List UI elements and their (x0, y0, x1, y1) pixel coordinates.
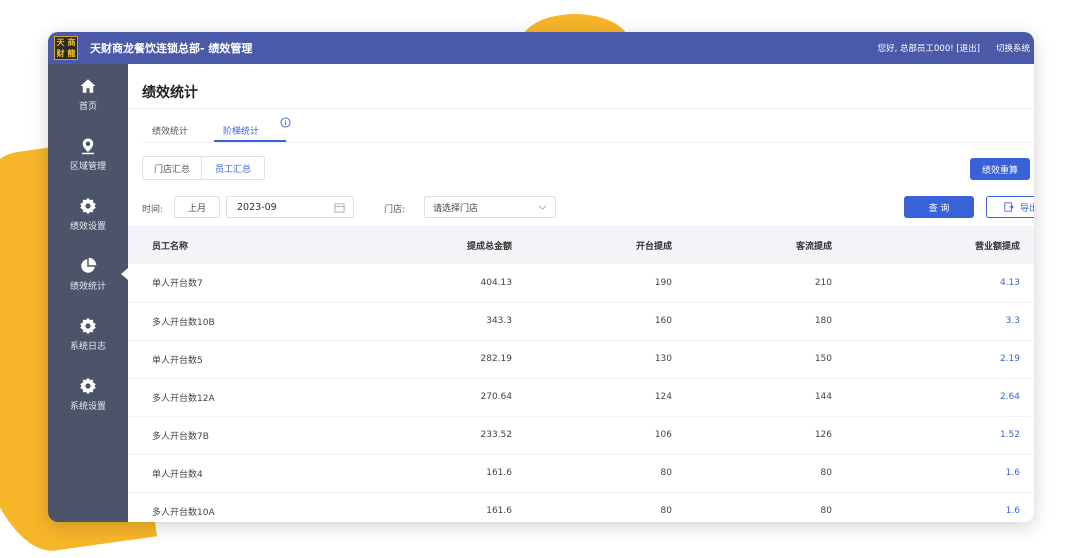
sidebar: 首页 区域管理 绩效设置 绩效统计 系统日志 系统设置 (48, 64, 128, 522)
table-row: 单人开台数7 404.13 190 210 4.13 (128, 264, 1034, 302)
employee-name-cell: 单人开台数5 (152, 355, 203, 366)
traffic-commission-cell: 80 (820, 506, 832, 516)
tabs-divider (142, 142, 1034, 143)
total-commission-cell: 161.6 (486, 506, 512, 516)
sidebar-item-performance-stats[interactable]: 绩效统计 (48, 244, 128, 304)
table-commission-cell: 190 (654, 277, 672, 288)
logout-link[interactable]: [退出] (956, 44, 980, 54)
employee-name-cell: 多人开台数7B (152, 431, 209, 442)
home-icon (80, 78, 96, 93)
gear-icon (80, 317, 96, 334)
user-greeting: 您好, 总部员工000! [退出] (877, 44, 980, 54)
segment-store-summary[interactable]: 门店汇总 (142, 156, 202, 180)
table-row: 多人开台数10A 161.6 80 80 1.6 (128, 492, 1034, 522)
export-button[interactable]: 导出 (986, 196, 1034, 218)
table-commission-cell: 130 (654, 354, 672, 364)
employee-name-cell: 单人开台数7 (152, 279, 203, 290)
traffic-commission-cell: 180 (814, 316, 832, 326)
store-label: 门店: (384, 205, 406, 215)
revenue-commission-link[interactable]: 1.6 (846, 454, 1034, 492)
app-window: 天 商 财 龍 天财商龙餐饮连锁总部- 绩效管理 您好, 总部员工000! [退… (48, 32, 1034, 522)
info-icon[interactable] (280, 117, 291, 128)
table-row: 多人开台数10B 343.3 160 180 3.3 (128, 302, 1034, 340)
time-label: 时间: (142, 205, 164, 215)
traffic-commission-cell: 126 (814, 430, 832, 440)
last-month-button[interactable]: 上月 (174, 196, 220, 218)
store-placeholder: 请选择门店 (433, 203, 479, 214)
total-commission-cell: 233.52 (480, 430, 513, 440)
total-commission-cell: 404.13 (480, 277, 513, 288)
tab-tier-stats[interactable]: 阶梯统计 (223, 124, 259, 137)
revenue-commission-link[interactable]: 2.64 (846, 378, 1034, 416)
table-commission-cell: 106 (654, 430, 672, 440)
traffic-commission-cell: 144 (814, 392, 832, 402)
store-select[interactable]: 请选择门店 (424, 196, 556, 218)
column-header[interactable]: 客流提成 (686, 226, 846, 264)
export-icon (1004, 202, 1014, 212)
gear-icon (80, 197, 96, 214)
app-title: 天财商龙餐饮连锁总部- 绩效管理 (90, 42, 253, 55)
brand-logo: 天 商 财 龍 (54, 36, 78, 60)
sidebar-item-home[interactable]: 首页 (48, 64, 128, 124)
revenue-commission-link[interactable]: 3.3 (846, 302, 1034, 340)
employee-name-cell: 多人开台数10A (152, 507, 215, 518)
column-header[interactable]: 提成总金额 (278, 226, 526, 264)
total-commission-cell: 343.3 (486, 316, 512, 326)
map-pin-icon (82, 138, 94, 154)
switch-system-link[interactable]: 切换系统 (996, 42, 1030, 54)
gear-icon (80, 377, 96, 394)
table-row: 单人开台数4 161.6 80 80 1.6 (128, 454, 1034, 492)
revenue-commission-link[interactable]: 4.13 (846, 264, 1034, 302)
employee-name-cell: 单人开台数4 (152, 469, 203, 480)
sidebar-item-system-log[interactable]: 系统日志 (48, 304, 128, 364)
total-commission-cell: 270.64 (480, 392, 513, 402)
revenue-commission-link[interactable]: 2.19 (846, 340, 1034, 378)
table-row: 多人开台数12A 270.64 124 144 2.64 (128, 378, 1034, 416)
sidebar-item-performance-settings[interactable]: 绩效设置 (48, 184, 128, 244)
page-title: 绩效统计 (142, 85, 198, 101)
employee-name-cell: 多人开台数12A (152, 393, 215, 404)
month-value: 2023-09 (237, 201, 277, 213)
main-content: 绩效统计 绩效统计 阶梯统计 门店汇总 员工汇总 绩效重算 时间: 上月 202… (128, 64, 1034, 522)
traffic-commission-cell: 80 (820, 468, 832, 478)
calendar-icon (334, 203, 345, 213)
traffic-commission-cell: 150 (814, 354, 832, 364)
table-header-row: 员工名称 提成总金额 开台提成 客流提成 营业额提成 (128, 226, 1034, 264)
column-header[interactable]: 员工名称 (128, 226, 278, 264)
chevron-down-icon (538, 205, 547, 210)
employee-name-cell: 多人开台数10B (152, 317, 215, 328)
title-divider (128, 108, 1034, 109)
sidebar-item-region[interactable]: 区域管理 (48, 124, 128, 184)
pie-chart-icon (81, 257, 97, 273)
column-header[interactable]: 开台提成 (526, 226, 686, 264)
column-header[interactable]: 营业额提成 (846, 226, 1034, 264)
total-commission-cell: 282.19 (480, 354, 513, 364)
table-row: 单人开台数5 282.19 130 150 2.19 (128, 340, 1034, 378)
table-commission-cell: 160 (654, 316, 672, 326)
sidebar-item-system-settings[interactable]: 系统设置 (48, 364, 128, 424)
table-commission-cell: 80 (660, 468, 672, 478)
segment-employee-summary[interactable]: 员工汇总 (201, 156, 265, 180)
traffic-commission-cell: 210 (814, 277, 832, 288)
month-picker[interactable]: 2023-09 (226, 196, 354, 218)
user-area: 您好, 总部员工000! [退出] 切换系统 (878, 42, 1034, 54)
revenue-commission-link[interactable]: 1.52 (846, 416, 1034, 454)
total-commission-cell: 161.6 (486, 468, 512, 478)
query-button[interactable]: 查 询 (904, 196, 974, 218)
table-commission-cell: 80 (660, 506, 672, 516)
table-row: 多人开台数7B 233.52 106 126 1.52 (128, 416, 1034, 454)
tab-performance-stats[interactable]: 绩效统计 (152, 124, 188, 137)
recalculate-button[interactable]: 绩效重算 (970, 158, 1030, 180)
table-commission-cell: 124 (654, 392, 672, 402)
employee-performance-table: 员工名称 提成总金额 开台提成 客流提成 营业额提成 单人开台数7 404.13… (128, 226, 1034, 522)
top-bar: 天 商 财 龍 天财商龙餐饮连锁总部- 绩效管理 您好, 总部员工000! [退… (48, 32, 1034, 64)
revenue-commission-link[interactable]: 1.6 (846, 492, 1034, 522)
